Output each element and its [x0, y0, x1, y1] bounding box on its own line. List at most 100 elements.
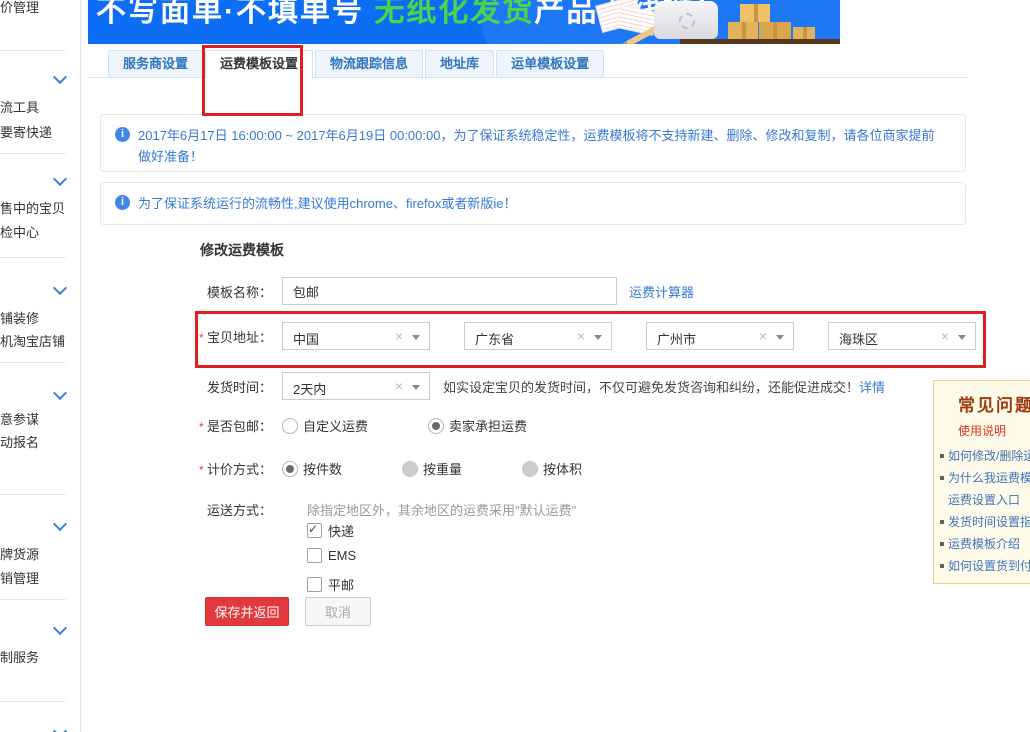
- sidebar-section-toggle[interactable]: [0, 172, 80, 188]
- delivery-time-row: 发货时间： 2天内 × 如实设定宝贝的发货时间，不仅可避免发货咨询和纠纷，还能促…: [88, 372, 885, 400]
- free-shipping-radio-0[interactable]: [282, 418, 298, 434]
- shipping-method-checkbox[interactable]: [307, 523, 322, 538]
- sidebar-divider: [0, 257, 66, 258]
- sidebar-item[interactable]: 销管理: [0, 568, 80, 587]
- sidebar-divider: [0, 50, 66, 51]
- bullet-icon: [940, 520, 944, 524]
- faq-link-row: 如何修改/删除运费模板: [934, 445, 1030, 467]
- promo-banner[interactable]: 不写面单·不填单号 无纸化发货产品上线啦！: [88, 0, 840, 44]
- info-icon: [115, 127, 130, 142]
- sidebar-section-toggle[interactable]: [0, 281, 80, 297]
- bullet-icon: [940, 454, 944, 458]
- shipping-method-checkbox[interactable]: [307, 548, 322, 563]
- detail-link[interactable]: 详情: [859, 380, 885, 395]
- faq-link[interactable]: 发货时间设置指南: [948, 515, 1030, 529]
- pricing-method-radio-2: [522, 461, 538, 477]
- chevron-down-icon[interactable]: [412, 385, 420, 390]
- delivery-time-select[interactable]: 2天内 ×: [282, 372, 430, 400]
- pricing-method-label: 计价方式：: [88, 459, 272, 478]
- maintenance-alert-text: 2017年6月17日 16:00:00 ~ 2017年6月19日 00:00:0…: [138, 125, 947, 171]
- chevron-down-icon[interactable]: [53, 386, 67, 400]
- sidebar-item[interactable]: 制服务: [0, 647, 80, 666]
- free-shipping-row: 是否包邮： 自定义运费卖家承担运费: [88, 416, 587, 435]
- faq-link-row: 运费设置入口: [934, 489, 1030, 511]
- bullet-icon: [940, 476, 944, 480]
- sidebar-item[interactable]: 流工具: [0, 97, 80, 116]
- faq-link-row: 发货时间设置指南: [934, 511, 1030, 533]
- shipping-method-option-1[interactable]: EMS: [307, 548, 356, 563]
- faq-title: 常见问题: [958, 391, 1030, 416]
- tab-service-provider[interactable]: 服务商设置: [108, 50, 203, 78]
- sidebar-item[interactable]: 铺装修: [0, 308, 80, 327]
- chevron-down-icon[interactable]: [53, 724, 67, 732]
- free-shipping-radio-1[interactable]: [428, 418, 444, 434]
- sidebar-section-toggle[interactable]: [0, 621, 80, 637]
- delivery-time-hint: 如实设定宝贝的发货时间，不仅可避免发货咨询和纠纷，还能促进成交！详情: [443, 377, 885, 396]
- left-sidebar: 价管理流工具要寄快递售中的宝贝检中心铺装修机淘宝店铺意参谋动报名牌货源销管理制服…: [0, 0, 81, 732]
- shipping-method-option-label: 平邮: [328, 575, 354, 594]
- package-box-illustration: [740, 4, 770, 22]
- tab-logistics-tracking[interactable]: 物流跟踪信息: [315, 50, 423, 78]
- chevron-down-icon[interactable]: [53, 517, 67, 531]
- chevron-down-icon[interactable]: [53, 621, 67, 635]
- bullet-icon: [940, 564, 944, 568]
- cancel-button[interactable]: 取消: [305, 597, 371, 626]
- sidebar-item[interactable]: 牌货源: [0, 544, 80, 563]
- faq-link[interactable]: 运费设置入口: [948, 493, 1020, 507]
- sidebar-item[interactable]: 售中的宝贝: [0, 198, 80, 217]
- chevron-down-icon[interactable]: [53, 281, 67, 295]
- shipping-method-row: 运送方式： 除指定地区外，其余地区的运费采用"默认运费": [88, 500, 576, 519]
- save-and-return-button[interactable]: 保存并返回: [205, 597, 289, 626]
- pricing-method-option-0[interactable]: 按件数: [282, 459, 342, 478]
- pricing-method-option-label: 按重量: [423, 462, 462, 477]
- sidebar-divider: [0, 494, 66, 495]
- sidebar-divider: [0, 701, 66, 702]
- sidebar-item[interactable]: 意参谋: [0, 409, 80, 428]
- free-shipping-option-label: 自定义运费: [303, 419, 368, 434]
- banner-headline-segment: 不写面单·不填单号: [96, 0, 374, 28]
- shipping-method-option-2[interactable]: 平邮: [307, 575, 354, 594]
- faq-link[interactable]: 为什么我运费模板: [948, 471, 1030, 485]
- free-shipping-option-0[interactable]: 自定义运费: [282, 416, 368, 435]
- maintenance-alert: 2017年6月17日 16:00:00 ~ 2017年6月19日 00:00:0…: [100, 114, 966, 172]
- tab-waybill-template[interactable]: 运单模板设置: [496, 50, 604, 78]
- sidebar-item[interactable]: 动报名: [0, 432, 80, 451]
- shipping-template-settings-page: 价管理流工具要寄快递售中的宝贝检中心铺装修机淘宝店铺意参谋动报名牌货源销管理制服…: [0, 0, 1030, 732]
- package-box-illustration: [759, 22, 791, 39]
- chevron-down-icon[interactable]: [53, 172, 67, 186]
- clear-icon[interactable]: ×: [395, 378, 403, 394]
- pricing-method-option-1[interactable]: 按重量: [402, 459, 462, 478]
- usage-instructions-link[interactable]: 使用说明: [958, 422, 1030, 439]
- sidebar-divider: [0, 362, 66, 363]
- faq-link-row: 运费模板介绍: [934, 533, 1030, 555]
- shipping-method-option-label: 快递: [328, 521, 354, 540]
- sidebar-section-toggle[interactable]: [0, 70, 80, 86]
- selected-value: 2天内: [293, 379, 326, 398]
- pricing-method-option-2[interactable]: 按体积: [522, 459, 582, 478]
- printer-illustration: [654, 1, 718, 39]
- bullet-icon: [940, 542, 944, 546]
- template-name-input[interactable]: [282, 277, 617, 305]
- annotation-box-address-row: [195, 311, 986, 368]
- sidebar-item[interactable]: 要寄快递: [0, 122, 80, 141]
- sidebar-item[interactable]: 机淘宝店铺: [0, 331, 80, 350]
- sidebar-section-toggle[interactable]: [0, 386, 80, 402]
- sidebar-section-toggle[interactable]: [0, 724, 80, 732]
- faq-link[interactable]: 如何修改/删除运费模板: [948, 449, 1030, 463]
- annotation-box-active-tab: [202, 45, 303, 116]
- faq-link[interactable]: 运费模板介绍: [948, 537, 1020, 551]
- sidebar-item[interactable]: 检中心: [0, 222, 80, 241]
- delivery-time-label: 发货时间：: [88, 377, 272, 396]
- chevron-down-icon[interactable]: [53, 70, 67, 84]
- faq-link-row: 如何设置货到付款: [934, 555, 1030, 577]
- pricing-method-radio-0[interactable]: [282, 461, 298, 477]
- faq-link[interactable]: 如何设置货到付款: [948, 559, 1030, 573]
- shipping-calculator-link[interactable]: 运费计算器: [629, 282, 694, 301]
- sidebar-section-toggle[interactable]: [0, 517, 80, 533]
- sidebar-item[interactable]: 价管理: [0, 0, 80, 16]
- shipping-method-checkbox[interactable]: [307, 577, 322, 592]
- pricing-method-option-label: 按件数: [303, 462, 342, 477]
- shipping-method-option-0[interactable]: 快递: [307, 521, 354, 540]
- free-shipping-option-1[interactable]: 卖家承担运费: [428, 416, 527, 435]
- tab-address-book[interactable]: 地址库: [425, 50, 494, 78]
